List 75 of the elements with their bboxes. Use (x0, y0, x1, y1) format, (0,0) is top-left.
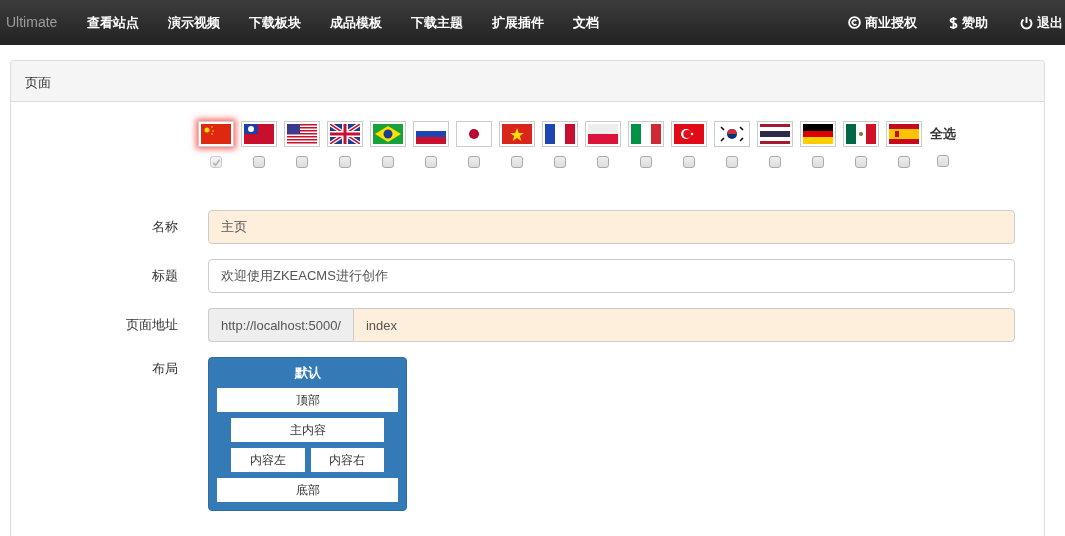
layout-name: 默认 (293, 364, 322, 382)
nav-link[interactable]: 退出 (1020, 12, 1063, 33)
flag-button[interactable] (413, 121, 449, 147)
checkbox[interactable] (339, 156, 351, 168)
flag-button[interactable] (284, 121, 320, 147)
input-field[interactable]: 主页 (208, 210, 1015, 244)
flag-button[interactable] (757, 121, 793, 147)
flag-icon (330, 124, 360, 144)
flag-icon (717, 124, 747, 144)
checkbox[interactable] (597, 156, 609, 168)
flag-icon (760, 124, 790, 144)
field-label: 页面地址 (125, 316, 178, 335)
field-label: 标题 (151, 267, 178, 286)
panel-title: 页面 (25, 75, 51, 90)
nav-link[interactable]: 文档 (573, 12, 600, 33)
nav-link[interactable]: 商业授权 (848, 12, 917, 33)
nav-link[interactable]: 扩展插件 (492, 12, 545, 33)
input-field[interactable]: 欢迎使用ZKEACMS进行创作 (208, 259, 1015, 293)
checkbox[interactable] (468, 156, 480, 168)
nav-link[interactable]: 下载板块 (249, 12, 302, 33)
checkbox[interactable] (812, 156, 824, 168)
checkbox[interactable] (382, 156, 394, 168)
brand-name[interactable]: Ultimate (6, 12, 58, 33)
field-label: 布局 (151, 360, 178, 378)
layout-card[interactable]: 默认 顶部 主内容 内容左 内容右 底部 (208, 357, 407, 511)
layout-section: 底部 (217, 478, 398, 502)
flag-button[interactable] (542, 121, 578, 147)
flag-icon (803, 124, 833, 144)
select-all-label[interactable]: 全选 (930, 124, 956, 144)
field-label: 名称 (151, 218, 178, 237)
flag-button[interactable] (327, 121, 363, 147)
flag-icon (588, 124, 618, 144)
flag-icon (889, 124, 919, 144)
checkbox[interactable] (683, 156, 695, 168)
checkbox[interactable] (855, 156, 867, 168)
flag-icon (201, 124, 231, 144)
flag-icon (545, 124, 575, 144)
nav-link[interactable]: 赞助 (949, 12, 988, 33)
nav-link[interactable]: 演示视频 (168, 12, 221, 33)
checkbox[interactable] (425, 156, 437, 168)
checkbox[interactable] (640, 156, 652, 168)
flag-button[interactable] (456, 121, 492, 147)
checkbox[interactable] (769, 156, 781, 168)
copyright-icon (848, 16, 861, 29)
checkbox[interactable] (898, 156, 910, 168)
power-icon (1020, 15, 1033, 30)
flag-button[interactable] (886, 121, 922, 147)
url-prefix: http://localhost:5000/ (208, 308, 353, 342)
flag-button[interactable] (843, 121, 879, 147)
layout-section: 主内容 (231, 418, 384, 442)
flag-button[interactable] (241, 121, 277, 147)
flag-icon (846, 124, 876, 144)
input-field[interactable]: index (353, 308, 1015, 342)
checkbox[interactable] (511, 156, 523, 168)
nav-link[interactable]: 查看站点 (87, 12, 140, 33)
flag-icon (631, 124, 661, 144)
flag-icon (287, 124, 317, 144)
checkbox[interactable] (296, 156, 308, 168)
checkbox[interactable] (726, 156, 738, 168)
nav-link[interactable]: 下载主题 (411, 12, 464, 33)
checkbox[interactable] (554, 156, 566, 168)
layout-section: 内容左 (231, 448, 305, 472)
checkbox[interactable] (253, 156, 265, 168)
checkbox[interactable] (937, 155, 949, 167)
nav-link[interactable]: 成品模板 (330, 12, 383, 33)
layout-section: 内容右 (310, 448, 384, 472)
flag-button[interactable] (714, 121, 750, 147)
flag-button[interactable] (370, 121, 406, 147)
dollar-icon (949, 15, 958, 30)
flag-icon (674, 124, 704, 144)
flag-icon (244, 124, 274, 144)
flag-icon (502, 124, 532, 144)
flag-icon (373, 124, 403, 144)
layout-section: 顶部 (217, 388, 398, 412)
flag-button[interactable] (800, 121, 836, 147)
